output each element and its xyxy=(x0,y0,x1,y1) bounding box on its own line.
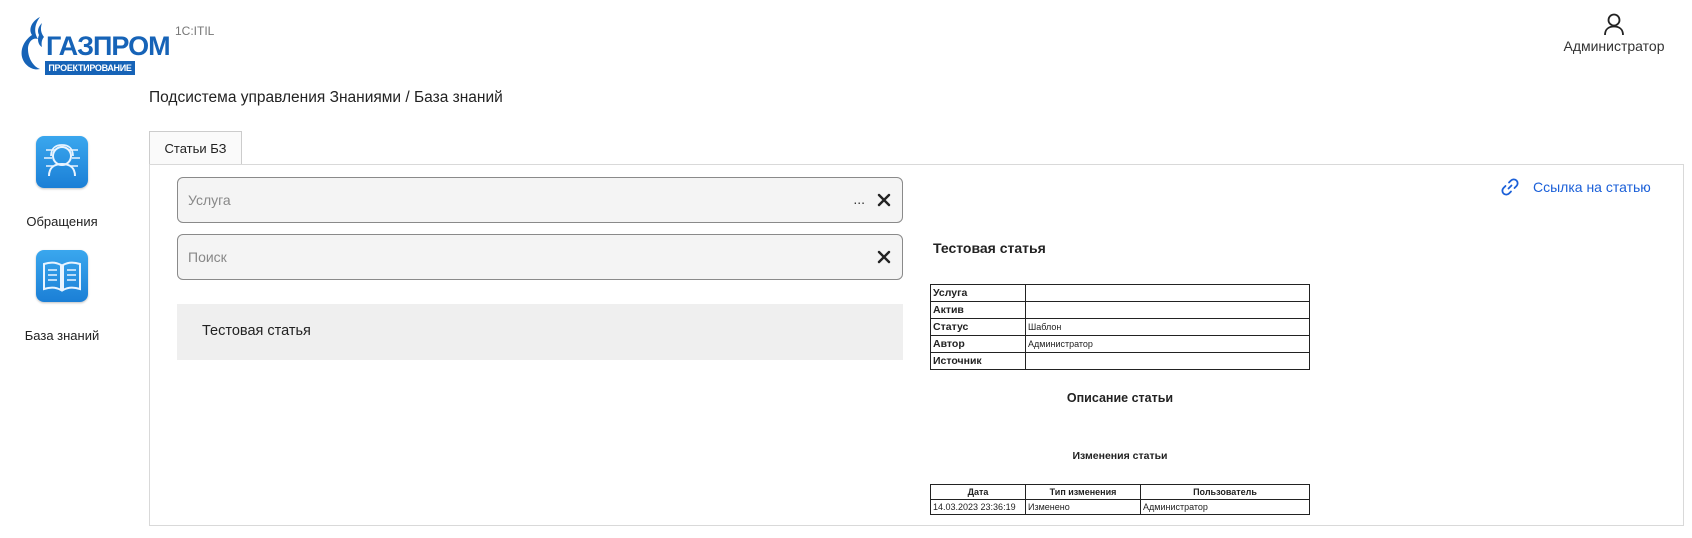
column-header: Тип изменения xyxy=(1025,484,1141,500)
support-agent-icon xyxy=(36,136,88,188)
property-value: Администратор xyxy=(1025,335,1310,353)
service-select-button[interactable]: ... xyxy=(853,191,865,207)
description-heading: Описание статьи xyxy=(1066,391,1174,405)
article-title: Тестовая статья xyxy=(933,240,1046,256)
sidebar-item-label: База знаний xyxy=(24,328,100,343)
column-header: Дата xyxy=(930,484,1026,500)
table-cell: Администратор xyxy=(1140,499,1310,515)
tab-kb-articles[interactable]: Статьи БЗ xyxy=(149,131,242,165)
close-icon[interactable] xyxy=(876,192,892,208)
sidebar-item-knowledge-base[interactable]: База знаний xyxy=(0,250,124,343)
article-properties-table: Услуга Актив Статус Шаблон Автор Админис… xyxy=(930,284,1310,370)
property-value xyxy=(1025,284,1310,302)
article-link-button[interactable]: Ссылка на статью xyxy=(1500,176,1651,198)
table-row: Статус Шаблон xyxy=(930,318,1310,336)
app-name: 1C:ITIL xyxy=(175,24,215,38)
property-key: Источник xyxy=(930,352,1026,370)
list-item[interactable]: Тестовая статья xyxy=(177,304,903,360)
book-icon xyxy=(36,250,88,302)
close-icon[interactable] xyxy=(876,249,892,265)
property-key: Актив xyxy=(930,301,1026,319)
company-logo: ГАЗПРОМ ПРОЕКТИРОВАНИЕ xyxy=(18,15,171,77)
list-item-title: Тестовая статья xyxy=(202,323,311,339)
column-header: Пользователь xyxy=(1140,484,1310,500)
user-menu[interactable]: Администратор xyxy=(1554,12,1674,56)
table-cell: 14.03.2023 23:36:19 xyxy=(930,499,1026,515)
table-header-row: Дата Тип изменения Пользователь xyxy=(930,484,1310,500)
table-row: Услуга xyxy=(930,284,1310,302)
property-key: Автор xyxy=(930,335,1026,353)
service-input[interactable] xyxy=(188,178,788,222)
property-key: Статус xyxy=(930,318,1026,336)
user-name: Администратор xyxy=(1563,38,1665,54)
table-cell: Изменено xyxy=(1025,499,1141,515)
brand-subtitle: ПРОЕКТИРОВАНИЕ xyxy=(45,61,135,75)
table-row: 14.03.2023 23:36:19 Изменено Администрат… xyxy=(930,499,1310,515)
service-field[interactable]: ... xyxy=(177,177,903,223)
table-row: Автор Администратор xyxy=(930,335,1310,353)
property-value xyxy=(1025,352,1310,370)
search-field[interactable] xyxy=(177,234,903,280)
property-key: Услуга xyxy=(930,284,1026,302)
property-value: Шаблон xyxy=(1025,318,1310,336)
changes-heading: Изменения статьи xyxy=(1072,450,1168,462)
link-icon xyxy=(1501,178,1519,196)
property-value xyxy=(1025,301,1310,319)
sidebar-item-requests[interactable]: Обращения xyxy=(0,136,124,229)
sidebar-item-label: Обращения xyxy=(26,214,98,229)
table-row: Источник xyxy=(930,352,1310,370)
article-changes-table: Дата Тип изменения Пользователь 14.03.20… xyxy=(930,484,1310,515)
article-link-label: Ссылка на статью xyxy=(1533,179,1651,195)
table-row: Актив xyxy=(930,301,1310,319)
breadcrumb: Подсистема управления Знаниями / База зн… xyxy=(149,89,503,106)
user-icon xyxy=(1604,13,1624,36)
search-input[interactable] xyxy=(188,235,788,279)
brand-name: ГАЗПРОМ xyxy=(46,31,171,61)
